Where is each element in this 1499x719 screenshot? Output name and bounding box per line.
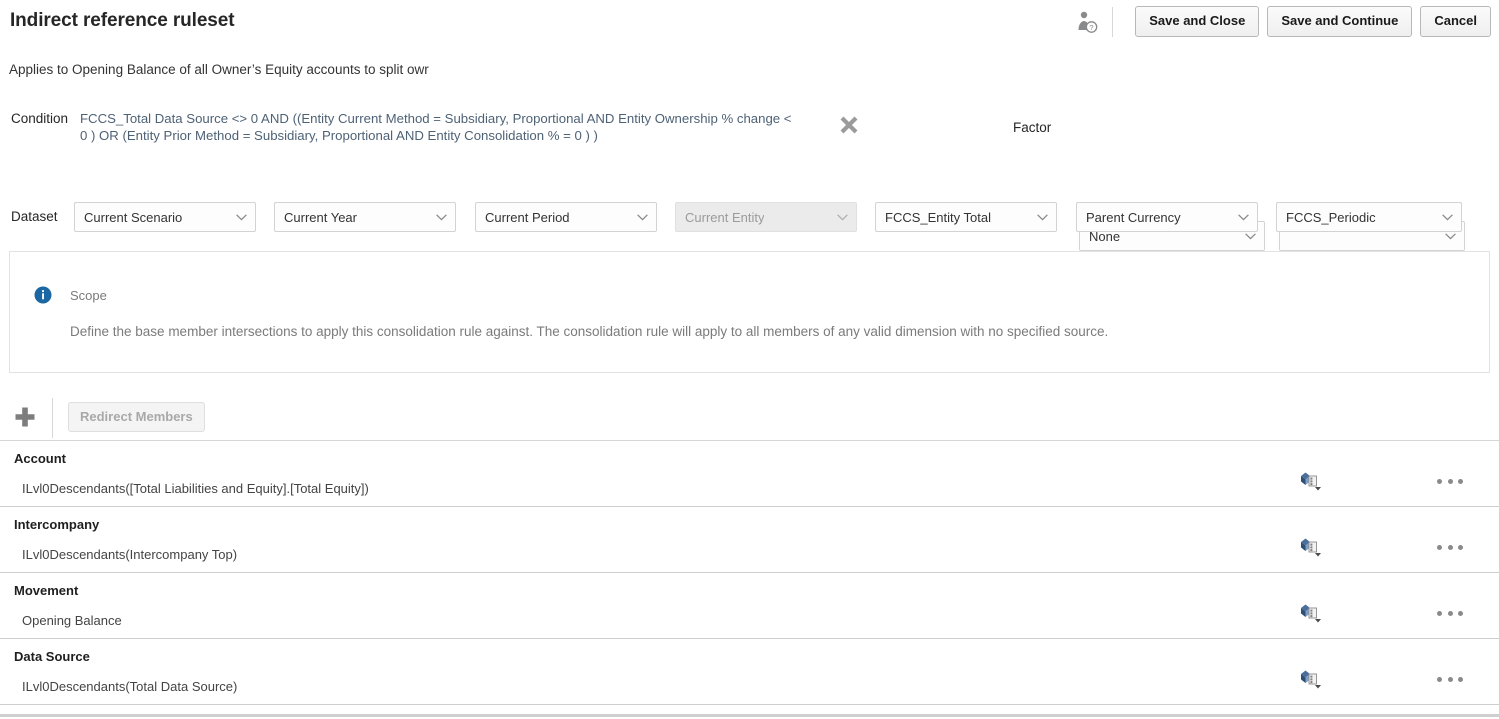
save-and-continue-button[interactable]: Save and Continue (1267, 6, 1412, 37)
condition-row: Condition FCCS_Total Data Source <> 0 AN… (0, 108, 1499, 160)
table-row[interactable]: Account ILvl0Descendants([Total Liabilit… (0, 441, 1499, 507)
row-actions-icon[interactable] (1437, 474, 1463, 488)
scope-description: Define the base member intersections to … (70, 324, 1108, 339)
dataset-consolidation-select[interactable]: FCCS_Entity Total (875, 202, 1057, 232)
page-header: Indirect reference ruleset ? Save and Cl… (0, 0, 1499, 48)
dataset-period-select[interactable]: Current Period (475, 202, 657, 232)
condition-label: Condition (11, 111, 68, 126)
row-actions-icon[interactable] (1437, 540, 1463, 554)
member-expression[interactable]: ILvl0Descendants(Total Data Source) (22, 679, 237, 694)
member-selector-icon[interactable] (1300, 537, 1324, 557)
scope-title: Scope (70, 288, 107, 303)
member-expression[interactable]: ILvl0Descendants(Intercompany Top) (22, 547, 237, 562)
chevron-down-icon (436, 214, 447, 221)
cancel-button[interactable]: Cancel (1420, 6, 1491, 37)
members-toolbar: Redirect Members (0, 393, 316, 441)
dataset-entity-select: Current Entity (675, 202, 857, 232)
header-divider (1112, 7, 1113, 37)
condition-expression[interactable]: FCCS_Total Data Source <> 0 AND ((Entity… (80, 110, 860, 144)
chevron-down-icon (1445, 233, 1456, 240)
page-title: Indirect reference ruleset (10, 10, 234, 32)
row-actions-icon[interactable] (1437, 606, 1463, 620)
condition-line-2: 0 ) OR (Entity Prior Method = Subsidiary… (80, 127, 860, 144)
member-selector-icon[interactable] (1300, 669, 1324, 689)
chevron-down-icon (1238, 214, 1249, 221)
dataset-year-select[interactable]: Current Year (274, 202, 456, 232)
table-row[interactable]: Movement Opening Balance (0, 573, 1499, 639)
bottom-rule (0, 714, 1499, 717)
chevron-down-icon (1442, 214, 1453, 221)
table-row[interactable]: Intercompany ILvl0Descendants(Intercompa… (0, 507, 1499, 573)
dataset-label: Dataset (11, 209, 58, 224)
save-and-close-button[interactable]: Save and Close (1135, 6, 1259, 37)
factor-label: Factor (1013, 120, 1051, 135)
ruleset-description: Applies to Opening Balance of all Owner’… (9, 62, 429, 77)
dimension-label: Data Source (14, 649, 90, 664)
clear-x-icon[interactable] (838, 114, 860, 136)
dimension-label: Account (14, 451, 66, 466)
chevron-down-icon (1245, 233, 1256, 240)
chevron-down-icon (637, 214, 648, 221)
row-actions-icon[interactable] (1437, 672, 1463, 686)
member-selector-icon[interactable] (1300, 603, 1324, 623)
member-expression[interactable]: Opening Balance (22, 613, 122, 628)
members-table: Account ILvl0Descendants([Total Liabilit… (0, 441, 1499, 705)
member-expression[interactable]: ILvl0Descendants([Total Liabilities and … (22, 481, 369, 496)
chevron-down-icon (236, 214, 247, 221)
dataset-currency-select[interactable]: Parent Currency (1076, 202, 1258, 232)
table-row[interactable]: Data Source ILvl0Descendants(Total Data … (0, 639, 1499, 705)
dimension-label: Movement (14, 583, 78, 598)
dataset-view-select[interactable]: FCCS_Periodic (1276, 202, 1462, 232)
header-actions: ? Save and Close Save and Continue Cance… (1074, 6, 1491, 37)
dimension-label: Intercompany (14, 517, 99, 532)
dataset-scenario-select[interactable]: Current Scenario (74, 202, 256, 232)
chevron-down-icon (837, 214, 848, 221)
plus-icon[interactable] (12, 404, 38, 430)
toolbar-separator (52, 398, 53, 438)
scope-panel: Scope Define the base member intersectio… (9, 251, 1490, 373)
chevron-down-icon (1037, 214, 1048, 221)
condition-line-1: FCCS_Total Data Source <> 0 AND ((Entity… (80, 111, 791, 126)
svg-text:?: ? (1090, 23, 1094, 32)
info-icon (34, 286, 52, 304)
member-selector-icon[interactable] (1300, 471, 1324, 491)
redirect-members-button: Redirect Members (68, 402, 205, 432)
user-help-icon[interactable]: ? (1074, 9, 1100, 35)
